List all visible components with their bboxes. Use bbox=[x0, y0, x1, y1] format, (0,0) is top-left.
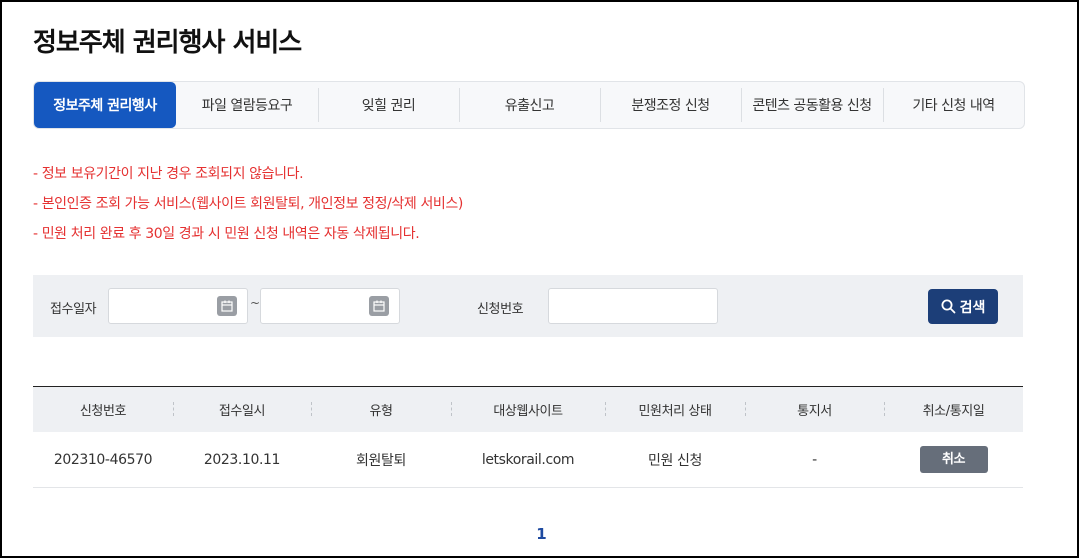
page-title: 정보주체 권리행사 서비스 bbox=[33, 28, 302, 58]
notice-item: - 본인인증 조회 가능 서비스(웹사이트 회원탈퇴, 개인정보 정정/삭제 서… bbox=[33, 196, 463, 212]
page-number-current[interactable]: 1 bbox=[536, 525, 546, 543]
date-label: 접수일자 bbox=[50, 302, 97, 317]
search-icon bbox=[941, 299, 956, 314]
number-input[interactable] bbox=[549, 289, 717, 323]
column-header: 유형 bbox=[311, 400, 451, 419]
notice-item: - 정보 보유기간이 지난 경우 조회되지 않습니다. bbox=[33, 166, 304, 182]
target-website: letskorail.com bbox=[481, 451, 575, 468]
column-header: 통지서 bbox=[745, 400, 884, 419]
column-header: 접수일시 bbox=[173, 400, 311, 419]
date-to-input[interactable] bbox=[261, 289, 361, 323]
tab-right-to-be-forgotten[interactable]: 잊힐 권리 bbox=[318, 82, 459, 128]
table-row: 202310-46570 2023.10.11 회원탈퇴 letskorail.… bbox=[33, 432, 1023, 488]
calendar-icon[interactable] bbox=[217, 296, 237, 316]
notice-list: - 정보 보유기간이 지난 경우 조회되지 않습니다. - 본인인증 조회 가능… bbox=[33, 162, 463, 252]
number-field[interactable] bbox=[548, 288, 718, 324]
search-button-label: 검색 bbox=[959, 299, 986, 316]
notice-document: - bbox=[812, 451, 817, 468]
tab-file-access-request[interactable]: 파일 열람등요구 bbox=[176, 82, 318, 128]
column-header: 신청번호 bbox=[79, 404, 127, 419]
date-from-field[interactable] bbox=[108, 288, 248, 324]
date-to-field[interactable] bbox=[260, 288, 400, 324]
column-header: 대상웹사이트 bbox=[451, 400, 605, 419]
page-frame: 정보주체 권리행사 서비스 정보주체 권리행사 파일 열람등요구 잊힐 권리 유… bbox=[0, 0, 1079, 558]
column-header: 민원처리 상태 bbox=[605, 400, 745, 419]
search-button[interactable]: 검색 bbox=[928, 289, 998, 324]
date-from-input[interactable] bbox=[109, 289, 209, 323]
notice-item: - 민원 처리 완료 후 30일 경과 시 민원 신청 내역은 자동 삭제됩니다… bbox=[33, 226, 420, 242]
cancel-button[interactable]: 취소 bbox=[919, 446, 988, 473]
status-text: 민원 신청 bbox=[648, 452, 702, 469]
table-header: 신청번호 접수일시 유형 대상웹사이트 민원처리 상태 통지서 취소/통지일 bbox=[33, 386, 1023, 432]
received-date: 2023.10.11 bbox=[203, 451, 281, 468]
number-label: 신청번호 bbox=[477, 302, 524, 317]
calendar-icon[interactable] bbox=[369, 296, 389, 316]
request-number: 202310-46570 bbox=[53, 451, 153, 468]
pagination: 1 bbox=[2, 525, 1079, 543]
tab-content-sharing[interactable]: 콘텐츠 공동활용 신청 bbox=[741, 82, 883, 128]
date-separator: ~ bbox=[250, 296, 261, 310]
request-table: 신청번호 접수일시 유형 대상웹사이트 민원처리 상태 통지서 취소/통지일 2… bbox=[33, 386, 1023, 488]
tab-leak-report[interactable]: 유출신고 bbox=[459, 82, 600, 128]
action-cell: 취소 bbox=[884, 446, 1023, 473]
search-panel: 접수일자 ~ 신청번호 검색 bbox=[33, 275, 1023, 337]
tab-other-history[interactable]: 기타 신청 내역 bbox=[883, 82, 1024, 128]
tab-dispute-mediation[interactable]: 분쟁조정 신청 bbox=[600, 82, 741, 128]
column-header: 취소/통지일 bbox=[884, 400, 1023, 419]
tab-bar: 정보주체 권리행사 파일 열람등요구 잊힐 권리 유출신고 분쟁조정 신청 콘텐… bbox=[33, 81, 1025, 129]
tab-rights-exercise[interactable]: 정보주체 권리행사 bbox=[34, 82, 176, 128]
request-type: 회원탈퇴 bbox=[356, 452, 406, 469]
